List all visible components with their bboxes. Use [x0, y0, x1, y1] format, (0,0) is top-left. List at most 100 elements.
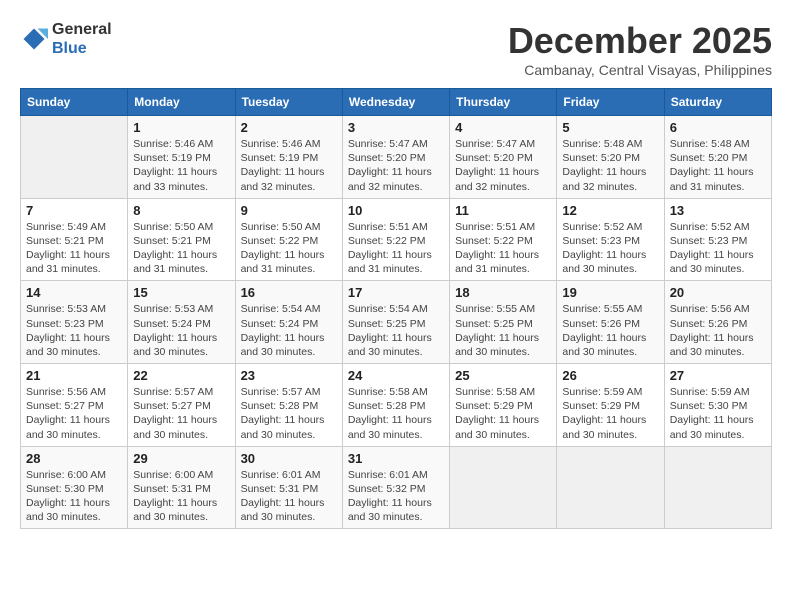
day-number: 15	[133, 285, 229, 300]
day-info: Sunrise: 5:54 AMSunset: 5:25 PMDaylight:…	[348, 302, 444, 359]
day-info: Sunrise: 5:57 AMSunset: 5:27 PMDaylight:…	[133, 385, 229, 442]
calendar-cell: 8 Sunrise: 5:50 AMSunset: 5:21 PMDaylight…	[128, 198, 235, 281]
week-row-2: 7Sunrise: 5:49 AMSunset: 5:21 PMDaylight…	[21, 198, 772, 281]
calendar-cell: 10Sunrise: 5:51 AMSunset: 5:22 PMDayligh…	[342, 198, 449, 281]
logo-text: General Blue	[52, 20, 112, 58]
weekday-header-monday: Monday	[128, 89, 235, 116]
weekday-header-saturday: Saturday	[664, 89, 771, 116]
weekday-header-wednesday: Wednesday	[342, 89, 449, 116]
calendar-cell: 4 Sunrise: 5:47 AMSunset: 5:20 PMDaylight…	[450, 116, 557, 199]
calendar-cell	[557, 446, 664, 529]
calendar-cell	[664, 446, 771, 529]
day-info: Sunrise: 5:46 AMSunset: 5:19 PMDaylight:…	[241, 137, 337, 194]
day-number: 30	[241, 451, 337, 466]
week-row-1: 1 Sunrise: 5:46 AMSunset: 5:19 PMDaylight…	[21, 116, 772, 199]
day-number: 9	[241, 203, 337, 218]
week-row-3: 14 Sunrise: 5:53 AMSunset: 5:23 PMDayligh…	[21, 281, 772, 364]
day-number: 16	[241, 285, 337, 300]
calendar-cell: 21Sunrise: 5:56 AMSunset: 5:27 PMDayligh…	[21, 364, 128, 447]
week-row-4: 21Sunrise: 5:56 AMSunset: 5:27 PMDayligh…	[21, 364, 772, 447]
weekday-header-row: SundayMondayTuesdayWednesdayThursdayFrid…	[21, 89, 772, 116]
day-number: 17	[348, 285, 444, 300]
day-number: 8	[133, 203, 229, 218]
day-number: 19	[562, 285, 658, 300]
day-number: 13	[670, 203, 766, 218]
day-info: Sunrise: 5:52 AMSunset: 5:23 PMDaylight:…	[562, 220, 658, 277]
calendar-cell: 22 Sunrise: 5:57 AMSunset: 5:27 PMDayligh…	[128, 364, 235, 447]
day-number: 5	[562, 120, 658, 135]
location-title: Cambanay, Central Visayas, Philippines	[508, 62, 772, 78]
day-number: 23	[241, 368, 337, 383]
week-row-5: 28Sunrise: 6:00 AMSunset: 5:30 PMDayligh…	[21, 446, 772, 529]
weekday-header-friday: Friday	[557, 89, 664, 116]
day-info: Sunrise: 5:47 AMSunset: 5:20 PMDaylight:…	[455, 137, 551, 194]
calendar-cell: 27 Sunrise: 5:59 AMSunset: 5:30 PMDayligh…	[664, 364, 771, 447]
day-number: 7	[26, 203, 122, 218]
day-number: 26	[562, 368, 658, 383]
calendar-cell: 9 Sunrise: 5:50 AMSunset: 5:22 PMDaylight…	[235, 198, 342, 281]
day-number: 3	[348, 120, 444, 135]
day-info: Sunrise: 5:59 AMSunset: 5:30 PMDaylight:…	[670, 385, 766, 442]
day-info: Sunrise: 5:57 AMSunset: 5:28 PMDaylight:…	[241, 385, 337, 442]
day-number: 27	[670, 368, 766, 383]
calendar-cell: 28Sunrise: 6:00 AMSunset: 5:30 PMDayligh…	[21, 446, 128, 529]
day-number: 22	[133, 368, 229, 383]
day-info: Sunrise: 5:54 AMSunset: 5:24 PMDaylight:…	[241, 302, 337, 359]
day-info: Sunrise: 5:48 AMSunset: 5:20 PMDaylight:…	[670, 137, 766, 194]
day-info: Sunrise: 5:55 AMSunset: 5:25 PMDaylight:…	[455, 302, 551, 359]
day-info: Sunrise: 5:53 AMSunset: 5:24 PMDaylight:…	[133, 302, 229, 359]
day-number: 4	[455, 120, 551, 135]
day-number: 1	[133, 120, 229, 135]
day-number: 10	[348, 203, 444, 218]
day-number: 29	[133, 451, 229, 466]
day-info: Sunrise: 5:47 AMSunset: 5:20 PMDaylight:…	[348, 137, 444, 194]
calendar-table: SundayMondayTuesdayWednesdayThursdayFrid…	[20, 88, 772, 529]
day-number: 31	[348, 451, 444, 466]
calendar-cell: 31Sunrise: 6:01 AMSunset: 5:32 PMDayligh…	[342, 446, 449, 529]
calendar-cell: 3 Sunrise: 5:47 AMSunset: 5:20 PMDaylight…	[342, 116, 449, 199]
day-info: Sunrise: 5:48 AMSunset: 5:20 PMDaylight:…	[562, 137, 658, 194]
calendar-cell: 23 Sunrise: 5:57 AMSunset: 5:28 PMDayligh…	[235, 364, 342, 447]
day-info: Sunrise: 5:50 AMSunset: 5:21 PMDaylight:…	[133, 220, 229, 277]
calendar-cell: 11Sunrise: 5:51 AMSunset: 5:22 PMDayligh…	[450, 198, 557, 281]
day-info: Sunrise: 5:59 AMSunset: 5:29 PMDaylight:…	[562, 385, 658, 442]
calendar-cell: 17 Sunrise: 5:54 AMSunset: 5:25 PMDayligh…	[342, 281, 449, 364]
calendar-cell: 20Sunrise: 5:56 AMSunset: 5:26 PMDayligh…	[664, 281, 771, 364]
day-info: Sunrise: 6:00 AMSunset: 5:30 PMDaylight:…	[26, 468, 122, 525]
day-info: Sunrise: 5:56 AMSunset: 5:27 PMDaylight:…	[26, 385, 122, 442]
calendar-cell: 19 Sunrise: 5:55 AMSunset: 5:26 PMDayligh…	[557, 281, 664, 364]
calendar-cell: 26 Sunrise: 5:59 AMSunset: 5:29 PMDayligh…	[557, 364, 664, 447]
logo: General Blue	[20, 20, 112, 58]
day-number: 18	[455, 285, 551, 300]
day-info: Sunrise: 5:53 AMSunset: 5:23 PMDaylight:…	[26, 302, 122, 359]
calendar-cell: 25Sunrise: 5:58 AMSunset: 5:29 PMDayligh…	[450, 364, 557, 447]
calendar-cell: 15 Sunrise: 5:53 AMSunset: 5:24 PMDayligh…	[128, 281, 235, 364]
calendar-cell: 29 Sunrise: 6:00 AMSunset: 5:31 PMDayligh…	[128, 446, 235, 529]
day-info: Sunrise: 5:46 AMSunset: 5:19 PMDaylight:…	[133, 137, 229, 194]
calendar-cell: 6Sunrise: 5:48 AMSunset: 5:20 PMDaylight…	[664, 116, 771, 199]
calendar-cell: 1 Sunrise: 5:46 AMSunset: 5:19 PMDaylight…	[128, 116, 235, 199]
day-number: 25	[455, 368, 551, 383]
day-info: Sunrise: 5:50 AMSunset: 5:22 PMDaylight:…	[241, 220, 337, 277]
calendar-cell: 16 Sunrise: 5:54 AMSunset: 5:24 PMDayligh…	[235, 281, 342, 364]
day-info: Sunrise: 5:56 AMSunset: 5:26 PMDaylight:…	[670, 302, 766, 359]
weekday-header-tuesday: Tuesday	[235, 89, 342, 116]
day-number: 24	[348, 368, 444, 383]
day-info: Sunrise: 5:58 AMSunset: 5:28 PMDaylight:…	[348, 385, 444, 442]
calendar-cell	[450, 446, 557, 529]
calendar-cell: 14 Sunrise: 5:53 AMSunset: 5:23 PMDayligh…	[21, 281, 128, 364]
weekday-header-thursday: Thursday	[450, 89, 557, 116]
day-number: 2	[241, 120, 337, 135]
day-number: 14	[26, 285, 122, 300]
calendar-cell: 30Sunrise: 6:01 AMSunset: 5:31 PMDayligh…	[235, 446, 342, 529]
calendar-cell: 18 Sunrise: 5:55 AMSunset: 5:25 PMDayligh…	[450, 281, 557, 364]
calendar-cell	[21, 116, 128, 199]
day-info: Sunrise: 5:52 AMSunset: 5:23 PMDaylight:…	[670, 220, 766, 277]
title-block: December 2025 Cambanay, Central Visayas,…	[508, 20, 772, 78]
day-info: Sunrise: 5:55 AMSunset: 5:26 PMDaylight:…	[562, 302, 658, 359]
day-info: Sunrise: 5:51 AMSunset: 5:22 PMDaylight:…	[455, 220, 551, 277]
day-number: 12	[562, 203, 658, 218]
calendar-cell: 13 Sunrise: 5:52 AMSunset: 5:23 PMDayligh…	[664, 198, 771, 281]
day-info: Sunrise: 6:00 AMSunset: 5:31 PMDaylight:…	[133, 468, 229, 525]
logo-icon	[20, 25, 48, 53]
